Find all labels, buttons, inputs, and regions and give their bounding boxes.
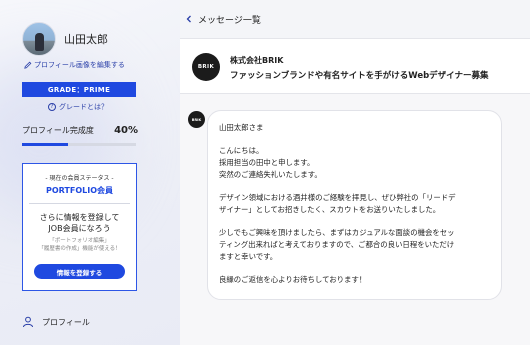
user-block: 山田太郎 <box>22 22 108 56</box>
membership-perks-line: 「ポートフォリオ編集」 <box>49 238 110 244</box>
register-info-button[interactable]: 情報を登録する <box>34 264 125 279</box>
topbar: メッセージ一覧 <box>180 0 530 38</box>
sidebar: 山田太郎 プロフィール画像を編集する GRADE：PRIME ? グレードとは？… <box>0 0 180 345</box>
job-title: ファッションブランドや有名サイトを手がけるWebデザイナー募集 <box>230 71 489 81</box>
user-name: 山田太郎 <box>64 33 108 46</box>
profile-completion-label: プロフィール完成度 <box>22 126 94 135</box>
sidebar-item-profile[interactable]: プロフィール <box>22 316 90 328</box>
membership-pitch-line: JOB会員になろう <box>48 224 111 233</box>
thread-header: BRIK 株式会社BRIK ファッションブランドや有名サイトを手がけるWebデザ… <box>180 38 530 94</box>
edit-profile-image-link[interactable]: プロフィール画像を編集する <box>24 60 125 70</box>
membership-perks-line: 「履歴書の作成」機能が使える！ <box>38 246 121 252</box>
back-button[interactable] <box>182 12 196 26</box>
membership-card: - 現在の会員ステータス - PORTFOLIO会員 さらに情報を登録して JO… <box>22 163 137 291</box>
company-logo: BRIK <box>192 53 220 81</box>
profile-completion: プロフィール完成度 40% <box>22 125 138 136</box>
membership-perks: 「ポートフォリオ編集」 「履歴書の作成」機能が使える！ <box>23 237 136 253</box>
grade-help-label: グレードとは？ <box>59 103 108 111</box>
membership-tier: PORTFOLIO会員 <box>45 186 114 195</box>
company-name: 株式会社BRIK <box>230 56 284 65</box>
message-salutation: 山田太郎さま <box>219 123 264 132</box>
main-panel: メッセージ一覧 BRIK 株式会社BRIK ファッションブランドや有名サイトを手… <box>180 0 530 345</box>
membership-divider <box>29 203 130 204</box>
message-area: BRIK 山田太郎さま こんにちは。 採用担当の田中と申します。 突然のご連絡失… <box>180 94 530 345</box>
grade-badge: GRADE：PRIME <box>22 82 136 97</box>
profile-completion-fill <box>22 143 68 146</box>
sender-logo: BRIK <box>188 111 205 128</box>
message-paragraph: 少しでもご興味を頂けましたら、まずはカジュアルな面談の機会をセッ ティング出来れ… <box>219 228 455 261</box>
avatar[interactable] <box>22 22 56 56</box>
message-closing: 良縁のご返信を心よりお待ちしております！ <box>219 275 367 285</box>
page-title: メッセージ一覧 <box>198 15 261 26</box>
membership-pitch-line: さらに情報を登録して <box>39 213 120 222</box>
message-greeting: こんにちは。 <box>219 146 264 156</box>
membership-status-label: - 現在の会員ステータス - <box>45 175 114 182</box>
message-intro: 採用担当の田中と申します。 <box>219 158 315 168</box>
message-bubble: 山田太郎さま こんにちは。 採用担当の田中と申します。 突然のご連絡失礼いたしま… <box>207 110 502 300</box>
message-paragraph: デザイン領域における酒井様のご経験を拝見し、ぜひ弊社の「リードデ ザイナー」とし… <box>219 193 456 214</box>
sidebar-item-label: プロフィール <box>42 317 90 327</box>
message-apology: 突然のご連絡失礼いたします。 <box>219 169 322 179</box>
person-icon <box>23 316 33 328</box>
profile-completion-value: 40% <box>114 125 138 136</box>
edit-profile-label: プロフィール画像を編集する <box>34 61 125 69</box>
pencil-icon <box>24 61 32 69</box>
question-circle-icon: ? <box>48 103 56 111</box>
membership-pitch: さらに情報を登録して JOB会員になろう <box>23 212 136 234</box>
chevron-left-icon <box>186 15 191 23</box>
profile-completion-bar <box>22 143 136 146</box>
grade-help-link[interactable]: ? グレードとは？ <box>48 102 108 112</box>
